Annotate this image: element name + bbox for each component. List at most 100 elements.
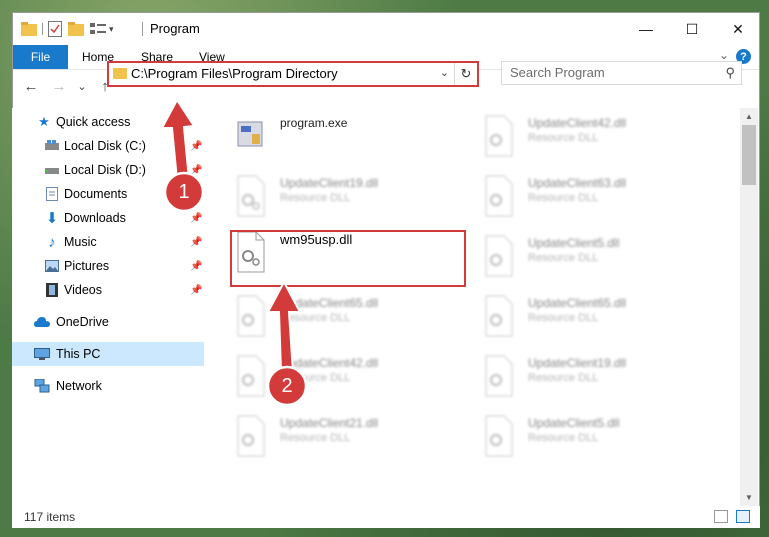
file-name: UpdateClient19.dll — [528, 356, 627, 370]
drive-icon — [44, 138, 60, 154]
sidebar-item-label: This PC — [56, 347, 101, 361]
list-item[interactable]: UpdateClient63.dll Resource DLL — [480, 170, 710, 222]
view-options-icon[interactable] — [90, 22, 106, 36]
title-bar: ▾ Program — ☐ ✕ — [13, 13, 759, 45]
file-name: UpdateClient5.dll — [528, 416, 620, 430]
list-item[interactable]: UpdateClient5.dll Resource DLL — [480, 410, 710, 462]
search-icon[interactable]: ⚲ — [725, 65, 735, 81]
videos-icon — [44, 282, 60, 298]
pin-icon[interactable]: 📌 — [190, 213, 202, 224]
sidebar-item-label: Quick access — [56, 115, 131, 129]
maximize-button[interactable]: ☐ — [669, 13, 715, 45]
list-item[interactable]: UpdateClient5.dll Resource DLL — [480, 230, 710, 282]
file-type: Resource DLL — [528, 252, 599, 264]
sidebar-item-quick-access[interactable]: ★ Quick access — [12, 110, 204, 134]
file-type: Resource DLL — [280, 192, 351, 204]
file-list: program.exe UpdateClient19.dll Resource … — [216, 108, 740, 506]
file-name: UpdateClient5.dll — [528, 236, 620, 250]
step-2-label: 2 — [281, 375, 293, 397]
close-icon: ✕ — [732, 20, 744, 37]
pin-icon[interactable]: 📌 — [190, 141, 202, 152]
status-bar: 117 items — [12, 506, 760, 528]
dll-file-icon — [485, 355, 513, 397]
search-input[interactable] — [510, 65, 710, 80]
address-dropdown-chevron-icon[interactable]: ⌄ — [440, 66, 449, 79]
sidebar-item-label: Pictures — [64, 259, 110, 273]
sidebar-item-music[interactable]: ♪ Music 📌 — [12, 230, 204, 254]
pin-icon[interactable]: 📌 — [190, 261, 202, 272]
sidebar-item-label: Local Disk (C:) — [64, 139, 146, 153]
forward-button[interactable]: → — [49, 76, 69, 96]
pin-icon[interactable]: 📌 — [190, 165, 202, 176]
quick-access-toolbar: ▾ — [21, 20, 114, 38]
sidebar-item-label: Local Disk (D:) — [64, 163, 146, 177]
scrollbar-thumb[interactable] — [742, 125, 756, 185]
list-item[interactable]: UpdateClient42.dll Resource DLL — [232, 350, 462, 402]
details-view-button[interactable] — [714, 510, 728, 523]
target-file-highlight — [230, 230, 466, 287]
sidebar-item-network[interactable]: Network — [12, 374, 204, 398]
scroll-up-arrow-icon[interactable]: ▲ — [740, 108, 758, 125]
file-type: Resource DLL — [280, 312, 351, 324]
list-item[interactable]: program.exe — [232, 110, 462, 162]
address-path[interactable]: C:\Program Files\Program Directory — [131, 66, 338, 81]
title-separator — [142, 22, 143, 36]
large-icons-view-button[interactable] — [736, 510, 750, 523]
dll-file-icon — [485, 415, 513, 457]
expand-ribbon-chevron-icon[interactable]: ⌄ — [719, 48, 729, 62]
list-item[interactable]: UpdateClient42.dll Resource DLL — [480, 110, 710, 162]
minimize-icon: — — [639, 21, 653, 37]
executable-icon — [237, 121, 263, 147]
pin-icon[interactable]: 📌 — [190, 237, 202, 248]
sidebar-item-label: Videos — [64, 283, 102, 297]
list-item[interactable]: UpdateClient19.dll Resource DLL — [480, 350, 710, 402]
tab-file[interactable]: File — [13, 45, 68, 69]
recent-locations-button[interactable]: ⌄ — [75, 76, 89, 96]
properties-icon[interactable] — [48, 21, 62, 37]
folder-icon[interactable] — [21, 22, 37, 36]
window-title: Program — [150, 21, 200, 36]
dll-file-icon — [237, 295, 265, 337]
list-item[interactable]: UpdateClient65.dll Resource DLL — [480, 290, 710, 342]
file-name: UpdateClient21.dll — [280, 416, 379, 430]
list-item[interactable]: UpdateClient65.dll Resource DLL — [232, 290, 462, 342]
new-folder-icon[interactable] — [68, 22, 84, 36]
sidebar-item-label: OneDrive — [56, 315, 109, 329]
list-item[interactable]: UpdateClient19.dll Resource DLL — [232, 170, 462, 222]
list-item[interactable]: UpdateClient21.dll Resource DLL — [232, 410, 462, 462]
sidebar-item-local-disk-d[interactable]: Local Disk (D:) 📌 — [12, 158, 204, 182]
sidebar-item-downloads[interactable]: ⬇ Downloads 📌 — [12, 206, 204, 230]
documents-icon — [44, 186, 60, 202]
sidebar-item-this-pc[interactable]: This PC — [12, 342, 204, 366]
sidebar-item-label: Music — [64, 235, 97, 249]
network-icon — [34, 378, 50, 394]
computer-icon — [34, 346, 50, 362]
scroll-down-arrow-icon[interactable]: ▼ — [740, 489, 758, 506]
vertical-scrollbar[interactable]: ▲ ▼ — [740, 108, 758, 506]
music-icon: ♪ — [48, 233, 56, 251]
sidebar-item-label: Network — [56, 379, 102, 393]
sidebar-item-local-disk-c[interactable]: Local Disk (C:) 📌 — [12, 134, 204, 158]
customize-toolbar-chevron-icon[interactable]: ▾ — [109, 24, 114, 35]
refresh-button[interactable]: ↻ — [454, 63, 477, 85]
minimize-button[interactable]: — — [623, 13, 669, 45]
forward-arrow-icon: → — [51, 77, 67, 95]
file-type: Resource DLL — [528, 432, 599, 444]
maximize-icon: ☐ — [685, 20, 699, 37]
file-type: Resource DLL — [528, 312, 599, 324]
file-name: UpdateClient42.dll — [528, 116, 627, 130]
download-icon: ⬇ — [45, 210, 59, 227]
dll-file-icon — [485, 295, 513, 337]
sidebar-item-videos[interactable]: Videos 📌 — [12, 278, 204, 302]
chevron-down-icon: ⌄ — [77, 80, 87, 93]
dll-file-icon — [237, 355, 265, 397]
item-count: 117 items — [24, 510, 76, 524]
sidebar-item-pictures[interactable]: Pictures 📌 — [12, 254, 204, 278]
address-bar[interactable]: C:\Program Files\Program Directory ⌄ ↻ — [107, 61, 479, 87]
pin-icon[interactable]: 📌 — [190, 285, 202, 296]
sidebar-item-onedrive[interactable]: OneDrive — [12, 310, 204, 334]
file-name: UpdateClient19.dll — [280, 176, 379, 190]
search-box[interactable]: ⚲ — [501, 61, 742, 85]
close-button[interactable]: ✕ — [715, 13, 759, 45]
back-button[interactable]: ← — [21, 76, 41, 96]
